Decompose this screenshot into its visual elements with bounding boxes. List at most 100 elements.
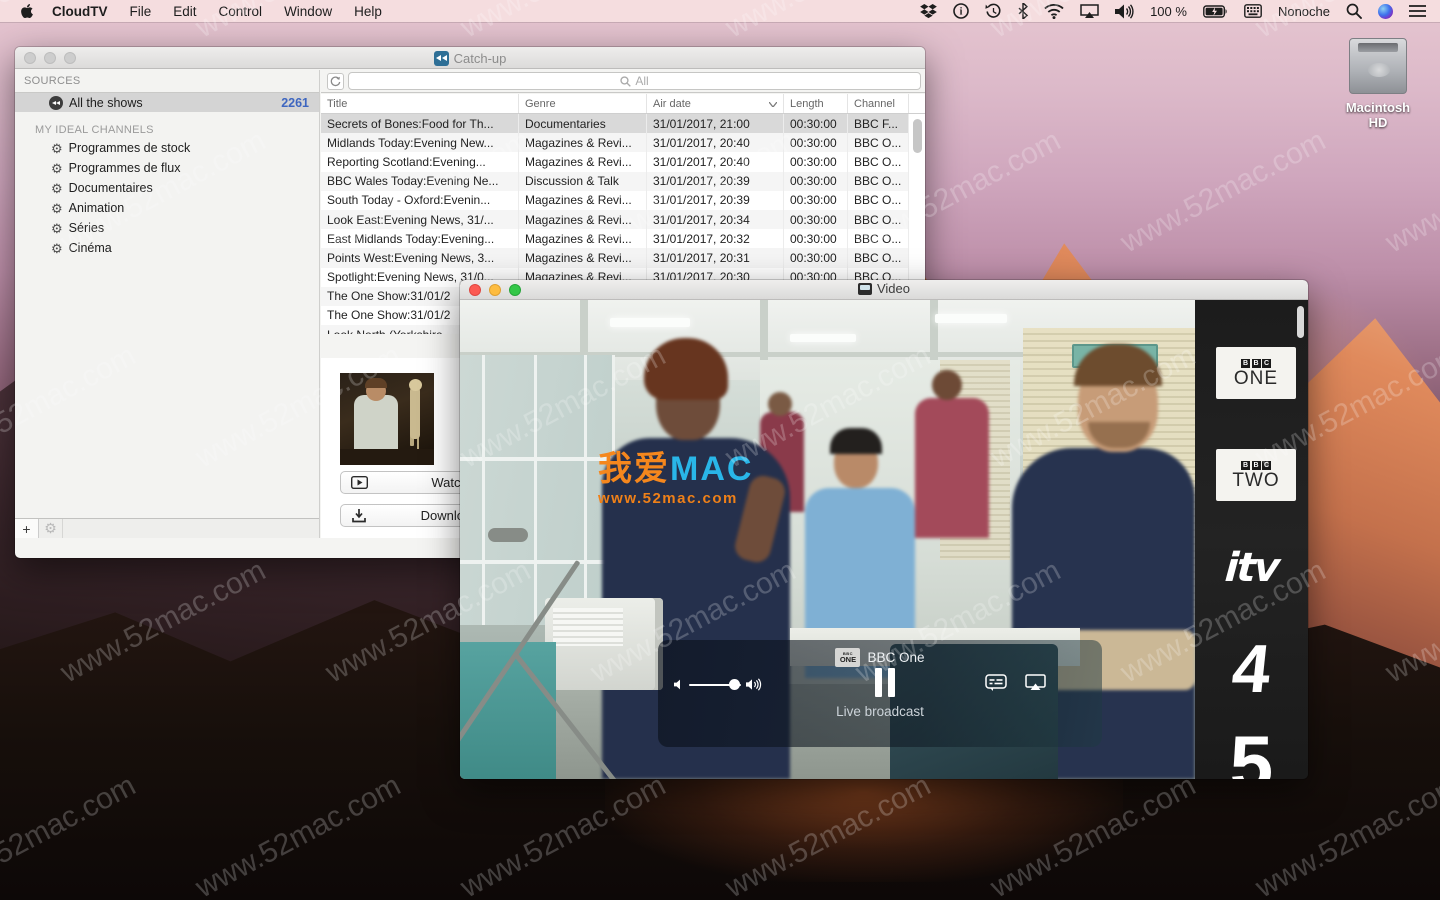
airplay-icon[interactable] <box>1080 4 1099 19</box>
table-cell: Magazines & Revi... <box>519 191 647 210</box>
macintosh-hd-desktop-icon[interactable]: Macintosh HD <box>1336 38 1420 130</box>
table-cell: 31/01/2017, 20:40 <box>647 152 784 171</box>
rewind-icon <box>49 96 63 110</box>
volume-icon[interactable] <box>1115 4 1134 19</box>
video-player-area[interactable]: 我爱MAC www.52mac.com BBC ONE BBC One <box>460 300 1195 779</box>
channel-label: Programmes de stock <box>69 141 191 155</box>
search-input[interactable]: All <box>348 72 921 90</box>
notification-center-icon[interactable] <box>1409 4 1426 18</box>
table-row[interactable]: Look East:Evening News, 31/...Magazines … <box>321 210 909 229</box>
sort-chevron-icon <box>769 98 777 110</box>
table-cell: Points West:Evening News, 3... <box>321 248 519 267</box>
catchup-app-icon <box>434 51 449 66</box>
playback-controls-overlay: BBC ONE BBC One Live broadcast <box>658 640 1102 747</box>
channel-four[interactable]: 4 <box>1191 630 1308 708</box>
table-row[interactable]: Points West:Evening News, 3...Magazines … <box>321 248 909 267</box>
menu-help[interactable]: Help <box>354 4 382 19</box>
sidebar-item-channel[interactable]: ⚙Programmes de stock <box>15 138 319 158</box>
airplay-button[interactable] <box>1025 674 1046 696</box>
channel-bbc-two[interactable]: BBC TWO <box>1216 449 1296 501</box>
channel-five[interactable]: 5 <box>1195 718 1308 779</box>
bbc-one-word: ONE <box>1234 369 1278 388</box>
table-cell: Midlands Today:Evening New... <box>321 133 519 152</box>
add-source-button[interactable]: + <box>15 519 39 538</box>
table-row[interactable]: BBC Wales Today:Evening Ne...Discussion … <box>321 172 909 191</box>
menu-file[interactable]: File <box>130 4 152 19</box>
svg-text:i: i <box>960 7 963 18</box>
battery-percentage: 100 % <box>1150 4 1187 19</box>
user-name[interactable]: Nonoche <box>1278 4 1330 19</box>
bbc-one-badge-icon: BBC ONE <box>835 648 860 667</box>
catchup-titlebar[interactable]: Catch-up <box>15 47 925 69</box>
column-title[interactable]: Title <box>321 94 519 113</box>
menu-bar: CloudTV File Edit Control Window Help i … <box>0 0 1440 22</box>
table-cell: Look East:Evening News, 31/... <box>321 210 519 229</box>
table-row[interactable]: East Midlands Today:Evening...Magazines … <box>321 229 909 248</box>
ideal-channels-list: ⚙Programmes de stock⚙Programmes de flux⚙… <box>15 138 319 258</box>
keyboard-icon[interactable] <box>1244 4 1262 18</box>
apple-menu[interactable] <box>20 3 34 19</box>
table-cell: 00:30:00 <box>784 114 848 133</box>
table-cell: 00:30:00 <box>784 152 848 171</box>
channel-bbc-one[interactable]: BBC ONE <box>1216 347 1296 399</box>
show-thumbnail <box>340 373 434 465</box>
table-cell: Reporting Scotland:Evening... <box>321 152 519 171</box>
dropbox-icon[interactable] <box>920 4 937 19</box>
pause-button[interactable] <box>875 668 896 697</box>
column-channel[interactable]: Channel <box>848 94 909 113</box>
channel-sidebar: BBC ONE BBC TWO itv 4 5 <box>1195 300 1308 779</box>
table-cell: 00:30:00 <box>784 229 848 248</box>
column-air-date[interactable]: Air date <box>647 94 784 113</box>
subtitles-button[interactable] <box>985 674 1007 696</box>
table-cell: BBC O... <box>848 229 909 248</box>
table-cell: Magazines & Revi... <box>519 152 647 171</box>
table-row[interactable]: Midlands Today:Evening New...Magazines &… <box>321 133 909 152</box>
volume-high-icon <box>746 678 762 691</box>
table-row[interactable]: South Today - Oxford:Evenin...Magazines … <box>321 191 909 210</box>
menu-app-name[interactable]: CloudTV <box>52 4 108 19</box>
sidebar-item-all-shows[interactable]: All the shows 2261 <box>15 93 319 112</box>
table-cell: Magazines & Revi... <box>519 133 647 152</box>
volume-control[interactable] <box>674 678 762 691</box>
channel-scrollbar[interactable] <box>1297 306 1304 338</box>
channel-label: Documentaires <box>69 181 153 195</box>
bluetooth-icon[interactable] <box>1018 3 1028 19</box>
volume-slider-knob[interactable] <box>729 679 740 690</box>
table-cell: BBC O... <box>848 172 909 191</box>
channel-label: Animation <box>69 201 125 215</box>
column-length[interactable]: Length <box>784 94 848 113</box>
video-titlebar[interactable]: Video <box>460 280 1308 300</box>
gear-icon: ⚙ <box>51 182 63 195</box>
info-icon[interactable]: i <box>953 3 969 19</box>
column-genre[interactable]: Genre <box>519 94 647 113</box>
siri-icon[interactable] <box>1378 4 1393 19</box>
sidebar-item-channel[interactable]: ⚙ Documentaires <box>15 178 319 198</box>
table-cell: BBC O... <box>848 152 909 171</box>
sidebar-item-channel[interactable]: ⚙Animation <box>15 198 319 218</box>
window-title: Catch-up <box>454 51 507 66</box>
table-row[interactable]: Secrets of Bones:Food for Th...Documenta… <box>321 114 909 133</box>
menu-window[interactable]: Window <box>284 4 332 19</box>
video-watermark: 我爱MAC www.52mac.com <box>598 452 753 506</box>
volume-label: Macintosh HD <box>1336 100 1420 130</box>
menu-edit[interactable]: Edit <box>173 4 196 19</box>
channel-itv[interactable]: itv <box>1193 545 1308 591</box>
table-row[interactable]: Reporting Scotland:Evening...Magazines &… <box>321 152 909 171</box>
source-settings-button[interactable]: ⚙ <box>39 519 63 538</box>
sidebar-item-channel[interactable]: ⚙Programmes de flux <box>15 158 319 178</box>
bbc-blocks-icon: BBC <box>1241 359 1271 368</box>
time-machine-icon[interactable] <box>985 3 1002 20</box>
refresh-button[interactable] <box>327 73 344 90</box>
volume-slider[interactable] <box>689 684 741 686</box>
all-shows-label: All the shows <box>69 96 143 110</box>
sidebar-item-channel[interactable]: ⚙Cinéma <box>15 238 319 258</box>
current-channel-name: BBC One <box>867 650 924 665</box>
spotlight-icon[interactable] <box>1346 3 1362 19</box>
sidebar-item-channel[interactable]: ⚙Séries <box>15 218 319 238</box>
table-scrollbar[interactable] <box>913 119 922 153</box>
table-cell: BBC O... <box>848 248 909 267</box>
battery-icon[interactable] <box>1203 5 1228 18</box>
menu-control[interactable]: Control <box>219 4 263 19</box>
window-title: Video <box>877 281 910 296</box>
wifi-icon[interactable] <box>1044 4 1064 19</box>
